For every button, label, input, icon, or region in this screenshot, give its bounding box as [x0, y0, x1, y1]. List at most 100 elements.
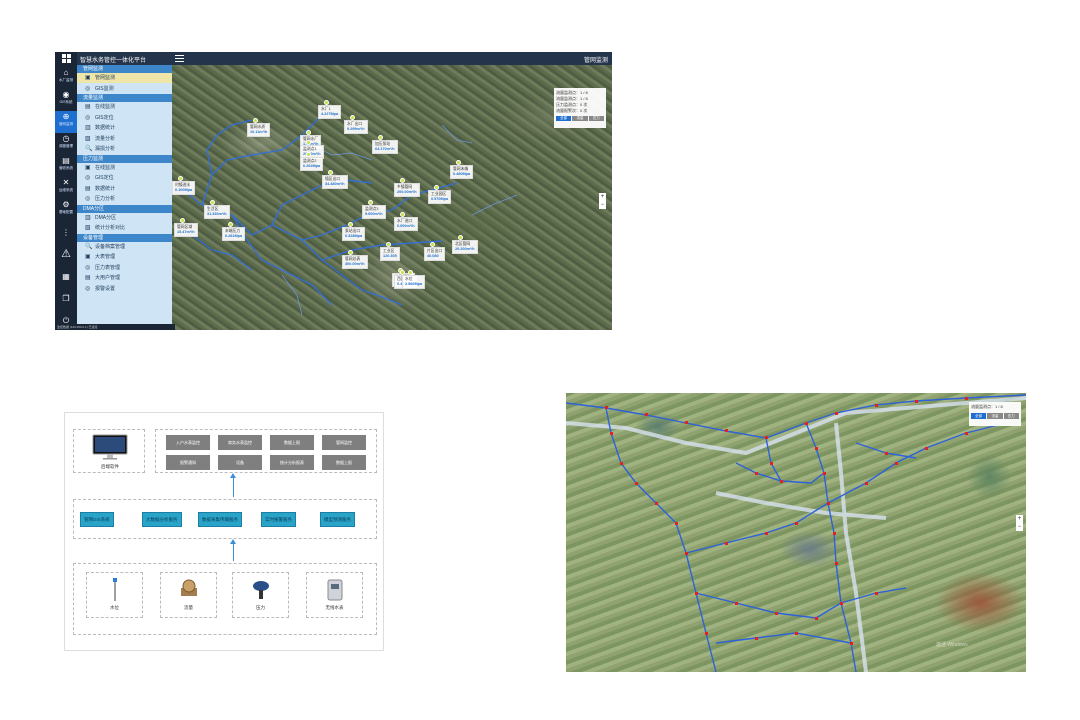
- valve-marker[interactable]: [705, 632, 708, 635]
- menu-item[interactable]: 🔍 设备档案管理: [77, 242, 172, 252]
- sidebar-item-revenue[interactable]: ▤ 营收系统: [55, 155, 77, 177]
- monitor-point-label[interactable]: 村镇进水 0.100Mpa: [172, 181, 196, 195]
- monitor-point-label[interactable]: 水厂出口 9.299m³/h: [344, 120, 368, 134]
- monitor-point-label[interactable]: 管网总表 300.00m³/h: [342, 255, 368, 269]
- menu-item[interactable]: ◎ GIS定位: [77, 113, 172, 123]
- monitor-point-label[interactable]: 水厂1 4.227Mpa: [318, 105, 342, 119]
- menu-section-header[interactable]: 管网监测: [77, 65, 172, 73]
- window-icon[interactable]: ❐: [55, 293, 77, 315]
- valve-marker[interactable]: [850, 642, 853, 645]
- valve-marker[interactable]: [735, 602, 738, 605]
- monitor-point-label[interactable]: 加压泵站 64.170m³/h: [372, 140, 398, 154]
- valve-marker[interactable]: [925, 447, 928, 450]
- zoom-out-icon[interactable]: −: [599, 201, 606, 209]
- menu-section-header[interactable]: 设备管理: [77, 233, 172, 242]
- menu-item[interactable]: ▥ 数据统计: [77, 123, 172, 133]
- alarm-icon[interactable]: ⚠: [55, 249, 77, 271]
- menu-section-header[interactable]: 压力监测: [77, 154, 172, 163]
- valve-marker[interactable]: [765, 532, 768, 535]
- valve-marker[interactable]: [725, 542, 728, 545]
- valve-marker[interactable]: [875, 404, 878, 407]
- menu-item[interactable]: ▣ 在线监测: [77, 163, 172, 173]
- valve-marker[interactable]: [885, 452, 888, 455]
- valve-marker[interactable]: [635, 482, 638, 485]
- valve-marker[interactable]: [755, 637, 758, 640]
- monitor-point-label[interactable]: 监测点3 9.000m³/h: [362, 205, 386, 219]
- valve-marker[interactable]: [965, 432, 968, 435]
- valve-marker[interactable]: [795, 632, 798, 635]
- valve-marker[interactable]: [605, 406, 608, 409]
- valve-marker[interactable]: [695, 592, 698, 595]
- monitor-point-label[interactable]: 泵站出口 0.328Mpa: [342, 227, 366, 241]
- valve-marker[interactable]: [915, 400, 918, 403]
- menu-item[interactable]: ▧ 统计分析对比: [77, 223, 172, 233]
- menu-item[interactable]: ▤ 数据统计: [77, 184, 172, 194]
- app-logo-icon[interactable]: [55, 52, 77, 65]
- valve-marker[interactable]: [835, 562, 838, 565]
- monitor-point-label[interactable]: 水厂进口 0.000m³/h: [394, 217, 418, 231]
- monitor-point-label[interactable]: 片区出口 40.080: [424, 247, 446, 261]
- valve-marker[interactable]: [840, 602, 843, 605]
- monitor-point-label[interactable]: 水位 2.560Mpa: [402, 275, 426, 289]
- grid-icon[interactable]: ▦: [55, 271, 77, 293]
- sidebar-item-network[interactable]: ⊕ 管网监测: [55, 111, 77, 133]
- valve-marker[interactable]: [795, 522, 798, 525]
- menu-item[interactable]: ▣ 大表管理: [77, 252, 172, 262]
- sidebar-item-gis[interactable]: ◉ GIS系统: [55, 89, 77, 111]
- pipeline-map-detail[interactable]: 流量监测点：1 / 8 全部 流量 压力 + − 激活 Windows: [566, 393, 1026, 672]
- menu-item[interactable]: ▣ 管网监测: [77, 73, 172, 83]
- menu-section-header[interactable]: 流量监测: [77, 94, 172, 102]
- filter-all-button[interactable]: 全部: [971, 413, 987, 419]
- menu-item[interactable]: ◎ 压力表管理: [77, 263, 172, 273]
- menu-section-header[interactable]: DMA分区: [77, 204, 172, 213]
- monitor-point-label[interactable]: 监测点2 0.262Mpa: [300, 157, 324, 171]
- valve-marker[interactable]: [725, 429, 728, 432]
- filter-pressure-button[interactable]: 压力: [1003, 413, 1019, 419]
- more-icon[interactable]: ⋮: [55, 227, 77, 249]
- monitor-point-label[interactable]: 管网区域 15.47m³/h: [174, 223, 198, 237]
- monitor-point-label[interactable]: 北区管网 20.200m³/h: [452, 240, 478, 254]
- menu-toggle-icon[interactable]: [175, 55, 184, 62]
- menu-item[interactable]: ▤ 大用户管理: [77, 273, 172, 283]
- sidebar-item-dispatch[interactable]: ◷ 调度管理: [55, 133, 77, 155]
- menu-item[interactable]: ▤ 在线监测: [77, 102, 172, 112]
- zoom-in-icon[interactable]: +: [1016, 515, 1023, 523]
- valve-marker[interactable]: [655, 502, 658, 505]
- valve-marker[interactable]: [755, 472, 758, 475]
- sidebar-item-maintenance[interactable]: ✕ 运维系统: [55, 177, 77, 199]
- menu-item[interactable]: ◎ GIS监测: [77, 84, 172, 94]
- monitor-point-label[interactable]: 管网水质 10.11m³/h: [247, 123, 271, 137]
- valve-marker[interactable]: [875, 592, 878, 595]
- menu-item[interactable]: ▥ DMA分区: [77, 213, 172, 223]
- valve-marker[interactable]: [775, 612, 778, 615]
- zoom-in-icon[interactable]: +: [599, 193, 606, 201]
- valve-marker[interactable]: [765, 436, 768, 439]
- monitor-point-label[interactable]: 管网末端 0.480Mpa: [450, 165, 474, 179]
- menu-item[interactable]: 🔍 漏损分析: [77, 144, 172, 154]
- valve-marker[interactable]: [865, 482, 868, 485]
- filter-all-button[interactable]: 全部: [556, 116, 572, 121]
- valve-marker[interactable]: [965, 397, 968, 400]
- valve-marker[interactable]: [780, 480, 783, 483]
- valve-marker[interactable]: [815, 617, 818, 620]
- valve-marker[interactable]: [895, 462, 898, 465]
- sidebar-item-water-plant[interactable]: ⌂ 水厂监测: [55, 67, 77, 89]
- valve-marker[interactable]: [675, 522, 678, 525]
- menu-item[interactable]: ◎ 报警设置: [77, 284, 172, 294]
- valve-marker[interactable]: [805, 422, 808, 425]
- valve-marker[interactable]: [770, 462, 773, 465]
- filter-flow-button[interactable]: 流量: [987, 413, 1003, 419]
- valve-marker[interactable]: [620, 462, 623, 465]
- monitor-point-label[interactable]: 末端压力 0.281Mpa: [222, 227, 246, 241]
- valve-marker[interactable]: [827, 502, 830, 505]
- filter-pressure-button[interactable]: 压力: [588, 116, 604, 121]
- valve-marker[interactable]: [610, 432, 613, 435]
- gis-map[interactable]: 水厂1 4.227Mpa 管网水质 10.11m³/h 管网水厂 17.0m³/h 监测点1…: [172, 65, 612, 330]
- menu-item[interactable]: ▧ 流量分析: [77, 134, 172, 144]
- valve-marker[interactable]: [685, 552, 688, 555]
- menu-item[interactable]: ◎ GIS定位: [77, 173, 172, 183]
- zoom-out-icon[interactable]: −: [1016, 523, 1023, 531]
- valve-marker[interactable]: [645, 413, 648, 416]
- menu-item[interactable]: ◎ 压力分析: [77, 194, 172, 204]
- valve-marker[interactable]: [823, 472, 826, 475]
